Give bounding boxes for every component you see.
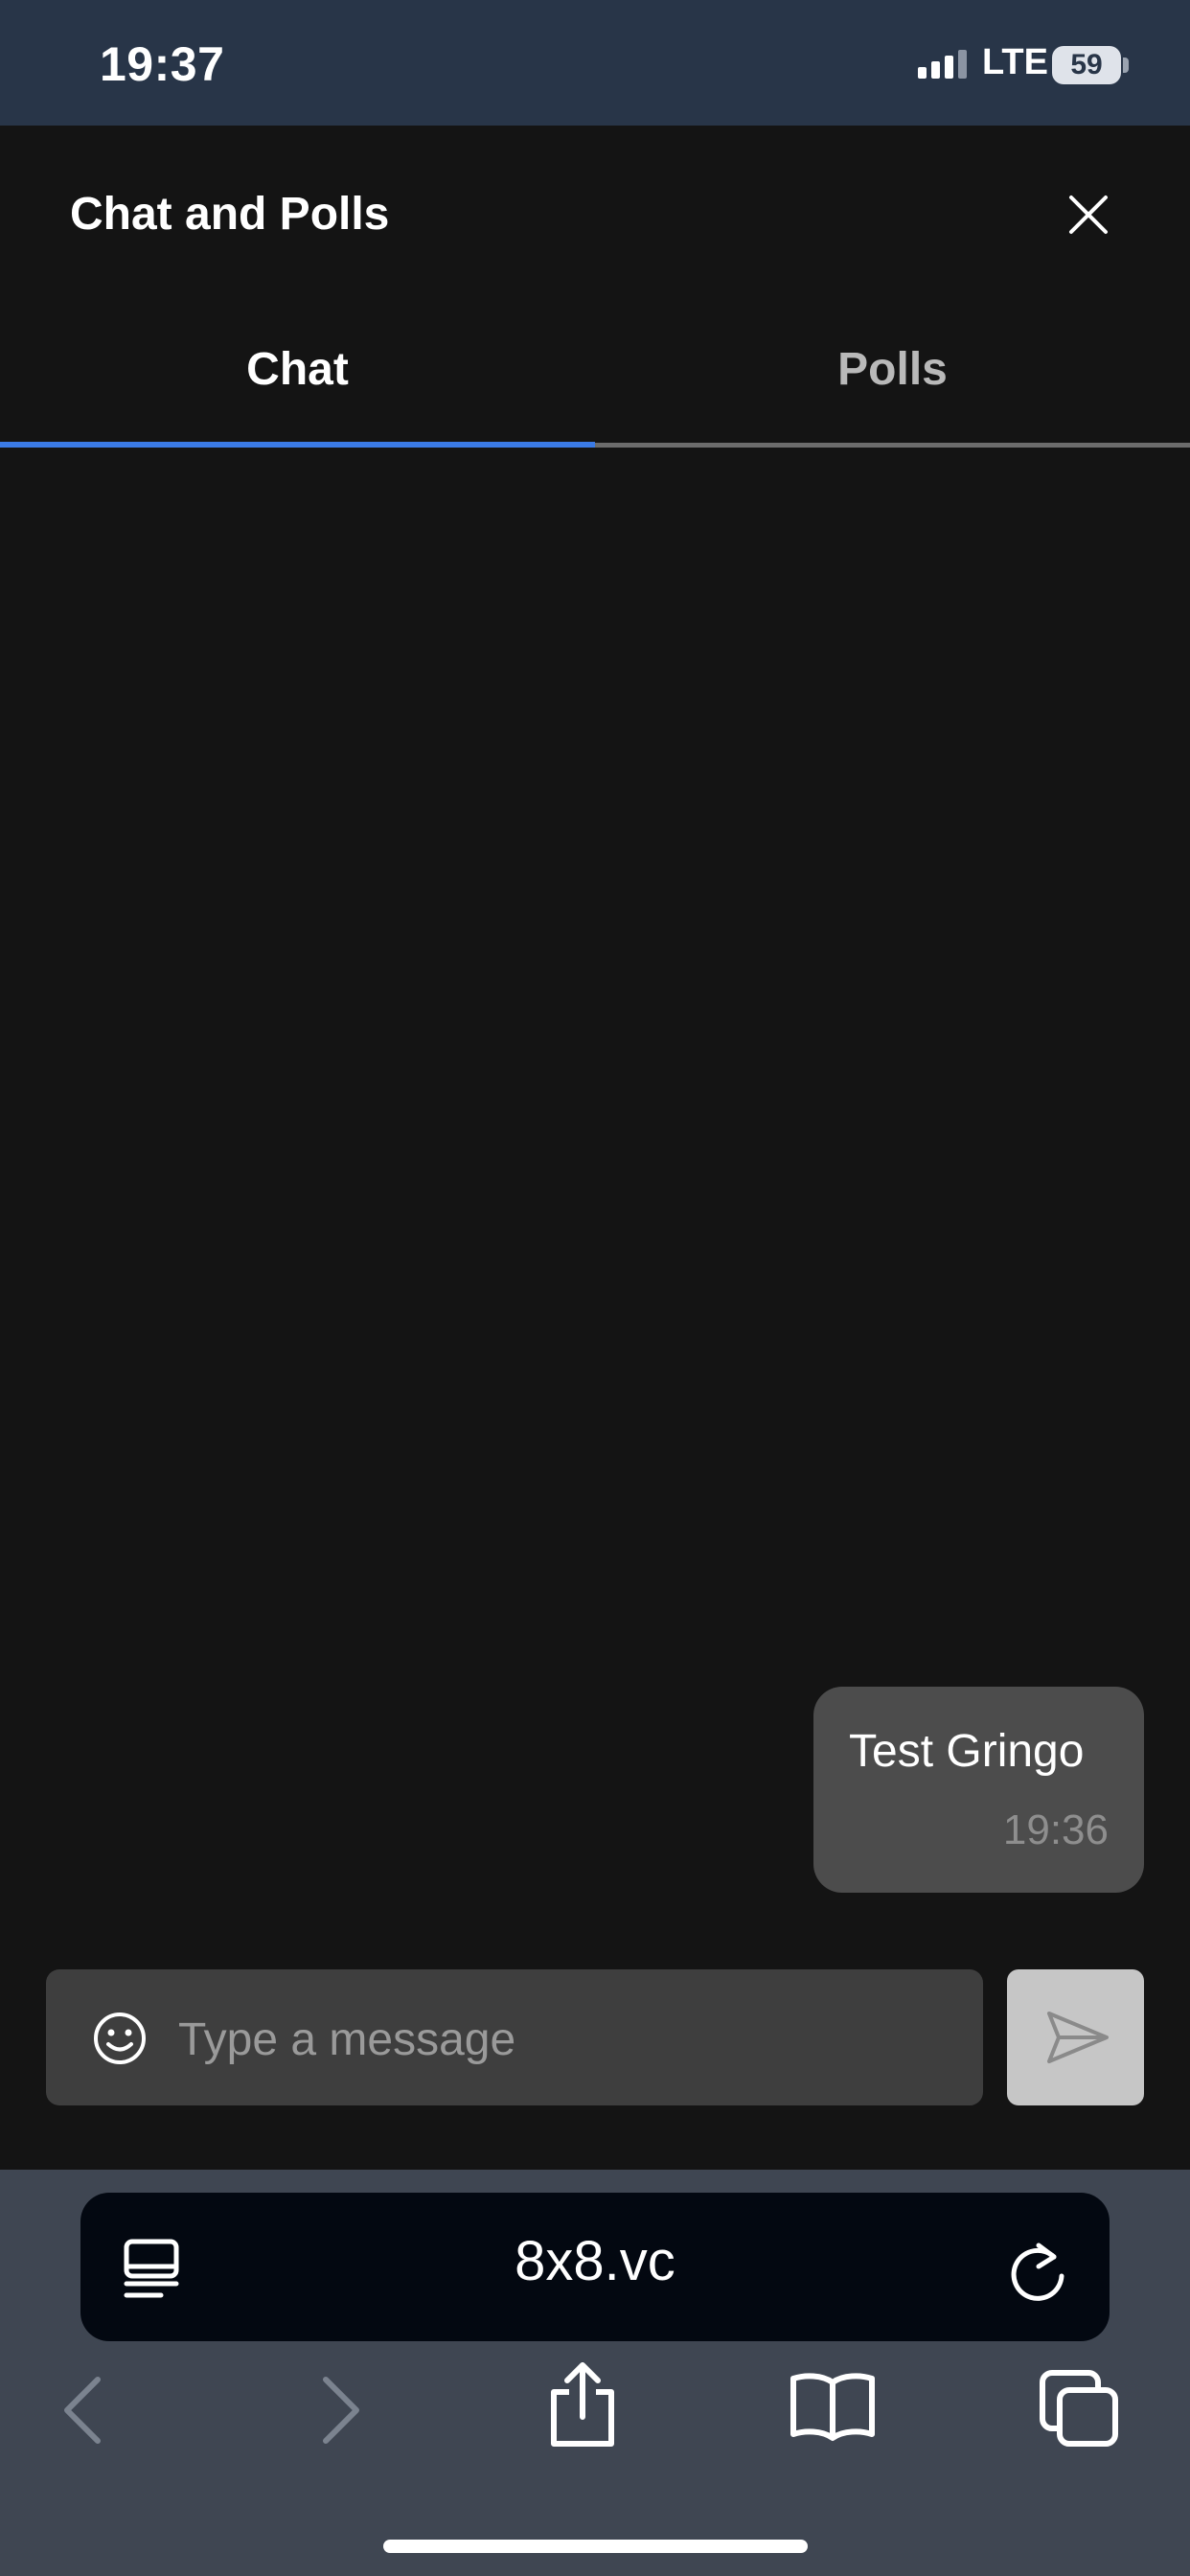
home-indicator	[383, 2540, 808, 2553]
battery-icon: 59	[1052, 46, 1121, 84]
smiley-icon[interactable]	[92, 2011, 148, 2066]
battery-tip	[1123, 58, 1129, 73]
status-time: 19:37	[100, 37, 225, 91]
tab-polls[interactable]: Polls	[595, 335, 1190, 450]
network-type: LTE	[982, 42, 1048, 82]
active-tab-indicator	[0, 442, 595, 448]
back-icon[interactable]	[57, 2372, 107, 2449]
message-time: 19:36	[1002, 1806, 1109, 1853]
panel-title: Chat and Polls	[70, 189, 390, 240]
chat-message: Test Gringo 19:36	[813, 1687, 1144, 1893]
forward-icon[interactable]	[316, 2372, 366, 2449]
send-button[interactable]	[1007, 1969, 1144, 2105]
url-text[interactable]: 8x8.vc	[80, 2229, 1110, 2293]
tabs-icon[interactable]	[1037, 2367, 1121, 2450]
bookmarks-icon[interactable]	[788, 2369, 878, 2442]
message-text: Test Gringo	[849, 1726, 1085, 1777]
send-icon	[1047, 2012, 1109, 2063]
signal-strength-icon	[918, 50, 967, 79]
tab-chat[interactable]: Chat	[0, 335, 595, 450]
reload-icon[interactable]	[1010, 2240, 1067, 2301]
message-input[interactable]	[178, 2011, 945, 2068]
share-icon[interactable]	[546, 2359, 619, 2450]
battery-level: 59	[1070, 49, 1103, 80]
close-icon[interactable]	[1062, 188, 1115, 242]
tab-divider	[595, 443, 1190, 448]
